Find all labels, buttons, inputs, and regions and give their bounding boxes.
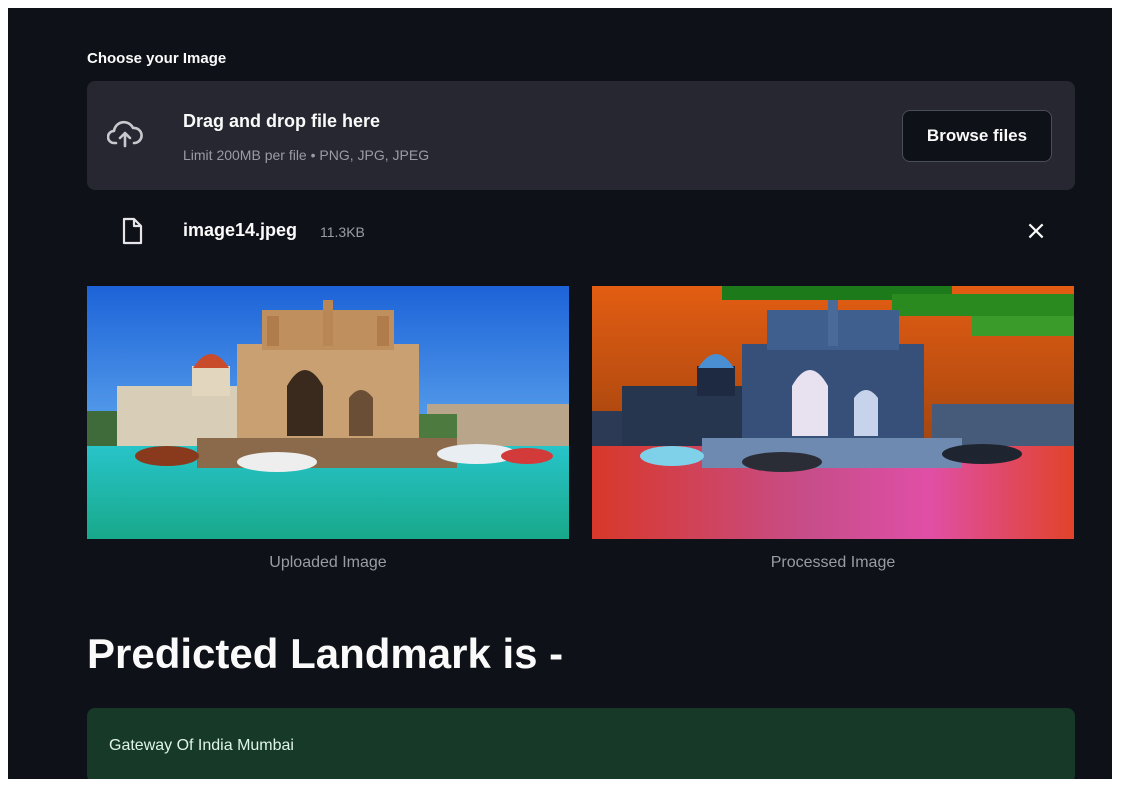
dropzone-title: Drag and drop file here bbox=[183, 111, 381, 131]
uploaded-image-caption: Uploaded Image bbox=[269, 554, 387, 571]
uploaded-file-row: image14.jpeg 11.3KB × bbox=[87, 208, 1075, 252]
processed-image bbox=[592, 286, 1074, 539]
dropzone-limit-text: Limit 200MB per file • PNG, JPG, JPEG bbox=[183, 147, 430, 163]
prediction-heading: Predicted Landmark is - bbox=[87, 630, 564, 677]
uploaded-image bbox=[87, 286, 569, 539]
file-size: 11.3KB bbox=[320, 224, 365, 240]
file-name: image14.jpeg bbox=[183, 220, 298, 240]
cloud-upload-icon bbox=[107, 120, 143, 148]
close-icon[interactable]: × bbox=[1019, 214, 1053, 248]
processed-image-caption: Processed Image bbox=[770, 554, 896, 571]
file-icon bbox=[122, 217, 143, 245]
browse-files-button[interactable]: Browse files bbox=[902, 110, 1052, 162]
app-container: Choose your Image Drag and drop file her… bbox=[8, 8, 1112, 779]
prediction-result-alert: Gateway Of India Mumbai bbox=[87, 708, 1075, 779]
file-dropzone[interactable]: Drag and drop file here Limit 200MB per … bbox=[87, 81, 1075, 190]
upload-label: Choose your Image bbox=[87, 50, 227, 67]
prediction-result-text: Gateway Of India Mumbai bbox=[109, 737, 294, 754]
